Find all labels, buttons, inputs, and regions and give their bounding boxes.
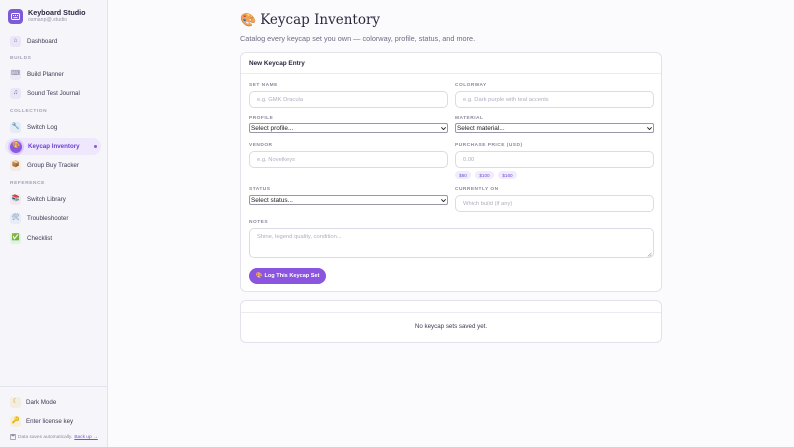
keyboard-logo-icon <box>8 8 23 24</box>
sidebar-item-label: Switch Log <box>27 124 58 131</box>
sidebar-item-troubleshooter[interactable]: 🛠 Troubleshooter <box>5 210 101 227</box>
sidebar-item-group-buy-tracker[interactable]: 📦 Group Buy Tracker <box>5 157 101 174</box>
notes-label: NOTES <box>249 220 269 225</box>
palette-icon: 🎨 <box>240 12 257 27</box>
sidebar-item-label: Build Planner <box>27 71 64 78</box>
profile-label: PROFILE <box>249 116 274 121</box>
sidebar-item-label: Troubleshooter <box>27 215 69 222</box>
sidebar-item-checklist[interactable]: ✅ Checklist <box>5 230 101 247</box>
palette-icon: 🎨 <box>255 273 263 279</box>
log-keycap-set-button[interactable]: 🎨 Log This Keycap Set <box>249 268 326 284</box>
currently-on-input[interactable] <box>455 195 654 212</box>
books-icon: 📚 <box>10 194 21 205</box>
sidebar-footer: ☾ Dark Mode 🔑 Enter license key Data sav… <box>0 386 108 447</box>
autosave-note: Data saves automatically. Back up → <box>10 434 98 440</box>
sidebar-item-label: Group Buy Tracker <box>27 162 79 169</box>
sidebar-item-label: Sound Test Journal <box>27 90 80 97</box>
sidebar-item-label: Keycap Inventory <box>28 143 80 150</box>
material-select-value: Select material... <box>457 124 505 132</box>
brand-subtitle: osmanp@.studio <box>28 17 68 23</box>
active-indicator-dot <box>94 145 97 148</box>
checkmark-icon: ✅ <box>10 233 21 244</box>
sidebar-item-dashboard[interactable]: ⌂ Dashboard <box>5 33 101 50</box>
status-select-value: Select status... <box>251 196 293 204</box>
notes-textarea[interactable] <box>249 228 654 258</box>
page-subtitle: Catalog every keycap set you own — color… <box>240 34 476 43</box>
autosave-text: Data saves automatically. <box>18 434 73 440</box>
sidebar-item-label: Dashboard <box>27 38 58 45</box>
music-note-icon: ♫ <box>10 88 21 99</box>
page-title-text: Keycap Inventory <box>260 12 381 28</box>
list-header <box>241 301 661 313</box>
material-label: MATERIAL <box>455 116 484 121</box>
chevron-down-icon <box>439 124 447 132</box>
keycap-list-card: No keycap sets saved yet. <box>240 300 662 343</box>
card-header: New Keycap Entry <box>241 53 661 74</box>
colorway-label: COLORWAY <box>455 83 487 88</box>
sidebar-item-keycap-inventory[interactable]: 🎨 Keycap Inventory <box>5 138 101 155</box>
home-icon: ⌂ <box>10 36 21 47</box>
package-icon: 📦 <box>10 160 21 171</box>
sidebar-item-sound-test-journal[interactable]: ♫ Sound Test Journal <box>5 85 101 102</box>
set-name-label: SET NAME <box>249 83 278 88</box>
status-select[interactable]: Select status... <box>249 195 448 205</box>
price-chip-160[interactable]: $160 <box>498 171 517 179</box>
license-key-label: Enter license key <box>26 417 74 425</box>
profile-select[interactable]: Select profile... <box>249 123 448 133</box>
dark-mode-label: Dark Mode <box>26 398 57 406</box>
keyboard-icon: ⌨ <box>10 69 21 80</box>
vendor-label: VENDOR <box>249 143 273 148</box>
price-chip-60[interactable]: $60 <box>455 171 471 179</box>
purchase-price-label: PURCHASE PRICE (USD) <box>455 143 523 148</box>
material-select[interactable]: Select material... <box>455 123 654 133</box>
section-label-collection: COLLECTION <box>10 109 48 114</box>
backup-link[interactable]: Back up → <box>74 435 97 440</box>
currently-on-label: CURRENTLY ON <box>455 187 499 192</box>
key-icon: 🔑 <box>10 415 21 427</box>
profile-select-value: Select profile... <box>251 124 294 132</box>
save-disk-icon <box>10 434 16 440</box>
dark-mode-toggle[interactable]: ☾ Dark Mode <box>6 395 56 409</box>
chevron-down-icon <box>645 124 653 132</box>
price-chip-100[interactable]: $100 <box>475 171 494 179</box>
log-keycap-set-button-label: Log This Keycap Set <box>264 273 320 279</box>
sidebar-item-build-planner[interactable]: ⌨ Build Planner <box>5 66 101 83</box>
sidebar-item-label: Switch Library <box>27 196 66 203</box>
new-entry-card: New Keycap Entry SET NAME COLORWAY PROFI… <box>240 52 662 292</box>
palette-icon: 🎨 <box>10 140 22 153</box>
set-name-input[interactable] <box>249 91 448 108</box>
wrench-icon: 🔧 <box>10 122 21 133</box>
license-key-button[interactable]: 🔑 Enter license key <box>6 414 73 428</box>
brand-name: Keyboard Studio <box>28 8 86 17</box>
vendor-input[interactable] <box>249 151 448 168</box>
section-label-builds: BUILDS <box>10 56 32 61</box>
resize-grip-icon[interactable] <box>647 252 652 257</box>
chevron-down-icon <box>439 196 447 204</box>
tools-icon: 🛠 <box>10 213 21 224</box>
page-title: 🎨 Keycap Inventory <box>240 12 380 28</box>
brand[interactable]: Keyboard Studio osmanp@.studio <box>8 8 86 24</box>
sidebar-item-switch-log[interactable]: 🔧 Switch Log <box>5 119 101 136</box>
status-label: STATUS <box>249 187 271 192</box>
purchase-price-input[interactable] <box>455 151 654 168</box>
sidebar: Keyboard Studio osmanp@.studio ⌂ Dashboa… <box>0 0 108 447</box>
empty-state-text: No keycap sets saved yet. <box>414 323 488 330</box>
colorway-input[interactable] <box>455 91 654 108</box>
section-label-reference: REFERENCE <box>10 181 45 186</box>
sidebar-item-label: Checklist <box>27 235 53 242</box>
moon-icon: ☾ <box>10 396 21 408</box>
sidebar-item-switch-library[interactable]: 📚 Switch Library <box>5 191 101 208</box>
